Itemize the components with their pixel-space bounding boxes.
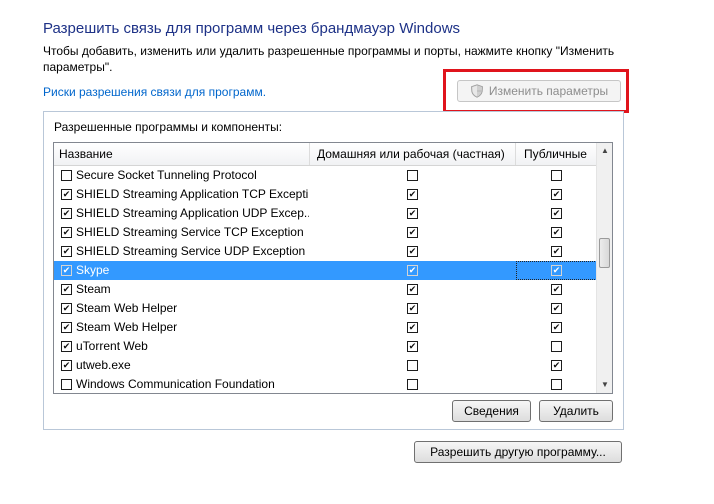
program-enabled-checkbox[interactable] xyxy=(61,208,72,219)
programs-listview[interactable]: Название Домашняя или рабочая (частная) … xyxy=(53,142,613,394)
vertical-scrollbar[interactable]: ▲ ▼ xyxy=(596,143,612,393)
program-name-cell: Steam Web Helper xyxy=(61,299,309,318)
program-name-cell: utweb.exe xyxy=(61,356,309,375)
program-name: Secure Socket Tunneling Protocol xyxy=(76,168,257,182)
public-network-checkbox[interactable] xyxy=(551,284,562,295)
program-name: utweb.exe xyxy=(76,358,131,372)
change-settings-button[interactable]: Изменить параметры xyxy=(457,80,621,102)
table-row[interactable]: Skype xyxy=(54,261,597,280)
column-header-home[interactable]: Домашняя или рабочая (частная) xyxy=(310,143,516,165)
program-name-cell: Windows Communication Foundation xyxy=(61,375,309,393)
program-name-cell: Skype xyxy=(61,261,309,280)
column-header-public[interactable]: Публичные xyxy=(516,143,597,165)
home-network-checkbox[interactable] xyxy=(407,170,418,181)
program-enabled-checkbox[interactable] xyxy=(61,284,72,295)
program-name: Steam xyxy=(76,282,111,296)
program-name: SHIELD Streaming Service TCP Exception xyxy=(76,225,304,239)
program-name-cell: Secure Socket Tunneling Protocol xyxy=(61,166,309,185)
allow-another-program-button[interactable]: Разрешить другую программу... xyxy=(414,441,622,463)
table-row[interactable]: utweb.exe xyxy=(54,356,597,375)
program-enabled-checkbox[interactable] xyxy=(61,170,72,181)
program-enabled-checkbox[interactable] xyxy=(61,379,72,390)
program-name-cell: SHIELD Streaming Application UDP Excep..… xyxy=(61,204,309,223)
table-row[interactable]: Steam Web Helper xyxy=(54,299,597,318)
program-name: Skype xyxy=(76,263,110,277)
table-row[interactable]: SHIELD Streaming Service UDP Exception xyxy=(54,242,597,261)
home-network-checkbox[interactable] xyxy=(407,246,418,257)
table-row[interactable]: SHIELD Streaming Application TCP Excepti… xyxy=(54,185,597,204)
uac-shield-icon xyxy=(470,84,483,98)
home-network-checkbox[interactable] xyxy=(407,265,418,276)
public-network-checkbox[interactable] xyxy=(551,265,562,276)
details-button[interactable]: Сведения xyxy=(452,400,531,422)
program-name: SHIELD Streaming Service UDP Exception xyxy=(76,244,306,258)
table-row[interactable]: SHIELD Streaming Service TCP Exception xyxy=(54,223,597,242)
program-enabled-checkbox[interactable] xyxy=(61,265,72,276)
home-network-checkbox[interactable] xyxy=(407,303,418,314)
home-network-checkbox[interactable] xyxy=(407,322,418,333)
home-network-checkbox[interactable] xyxy=(407,284,418,295)
program-name: Windows Communication Foundation xyxy=(76,377,275,391)
public-network-checkbox[interactable] xyxy=(551,170,562,181)
program-name-cell: Steam Web Helper xyxy=(61,318,309,337)
home-network-checkbox[interactable] xyxy=(407,189,418,200)
program-rows: Secure Socket Tunneling Protocol SHIELD S… xyxy=(54,166,597,393)
home-network-checkbox[interactable] xyxy=(407,360,418,371)
risks-link[interactable]: Риски разрешения связи для программ. xyxy=(43,85,266,99)
public-network-checkbox[interactable] xyxy=(551,341,562,352)
scroll-down-arrow-icon[interactable]: ▼ xyxy=(600,380,610,390)
program-name-cell: SHIELD Streaming Service TCP Exception xyxy=(61,223,309,242)
program-name: SHIELD Streaming Application TCP Excepti… xyxy=(76,187,309,201)
list-header: Название Домашняя или рабочая (частная) … xyxy=(54,143,597,166)
public-network-checkbox[interactable] xyxy=(551,303,562,314)
program-enabled-checkbox[interactable] xyxy=(61,246,72,257)
table-row[interactable]: SHIELD Streaming Application UDP Excep..… xyxy=(54,204,597,223)
allowed-programs-label: Разрешенные программы и компоненты: xyxy=(54,120,283,134)
program-enabled-checkbox[interactable] xyxy=(61,227,72,238)
home-network-checkbox[interactable] xyxy=(407,379,418,390)
delete-button[interactable]: Удалить xyxy=(539,400,613,422)
program-enabled-checkbox[interactable] xyxy=(61,303,72,314)
public-network-checkbox[interactable] xyxy=(551,246,562,257)
change-settings-label: Изменить параметры xyxy=(488,84,609,98)
public-network-checkbox[interactable] xyxy=(551,379,562,390)
program-enabled-checkbox[interactable] xyxy=(61,189,72,200)
program-enabled-checkbox[interactable] xyxy=(61,360,72,371)
program-name-cell: SHIELD Streaming Service UDP Exception xyxy=(61,242,309,261)
program-name: Steam Web Helper xyxy=(76,301,178,315)
table-row[interactable]: uTorrent Web xyxy=(54,337,597,356)
program-name-cell: SHIELD Streaming Application TCP Excepti… xyxy=(61,185,309,204)
program-name: Steam Web Helper xyxy=(76,320,178,334)
program-name: SHIELD Streaming Application UDP Excep..… xyxy=(76,206,309,220)
home-network-checkbox[interactable] xyxy=(407,208,418,219)
table-row[interactable]: Steam Web Helper xyxy=(54,318,597,337)
program-name: uTorrent Web xyxy=(76,339,148,353)
program-enabled-checkbox[interactable] xyxy=(61,341,72,352)
program-name-cell: uTorrent Web xyxy=(61,337,309,356)
home-network-checkbox[interactable] xyxy=(407,227,418,238)
scroll-up-arrow-icon[interactable]: ▲ xyxy=(600,146,610,156)
page-title: Разрешить связь для программ через бранд… xyxy=(43,20,461,37)
public-network-checkbox[interactable] xyxy=(551,360,562,371)
program-name-cell: Steam xyxy=(61,280,309,299)
table-row[interactable]: Windows Communication Foundation xyxy=(54,375,597,393)
scrollbar-thumb[interactable] xyxy=(599,238,610,268)
home-network-checkbox[interactable] xyxy=(407,341,418,352)
column-header-name[interactable]: Название xyxy=(54,143,310,165)
table-row[interactable]: Steam xyxy=(54,280,597,299)
program-enabled-checkbox[interactable] xyxy=(61,322,72,333)
public-network-checkbox[interactable] xyxy=(551,208,562,219)
public-network-checkbox[interactable] xyxy=(551,227,562,238)
table-row[interactable]: Secure Socket Tunneling Protocol xyxy=(54,166,597,185)
public-network-checkbox[interactable] xyxy=(551,322,562,333)
public-network-checkbox[interactable] xyxy=(551,189,562,200)
